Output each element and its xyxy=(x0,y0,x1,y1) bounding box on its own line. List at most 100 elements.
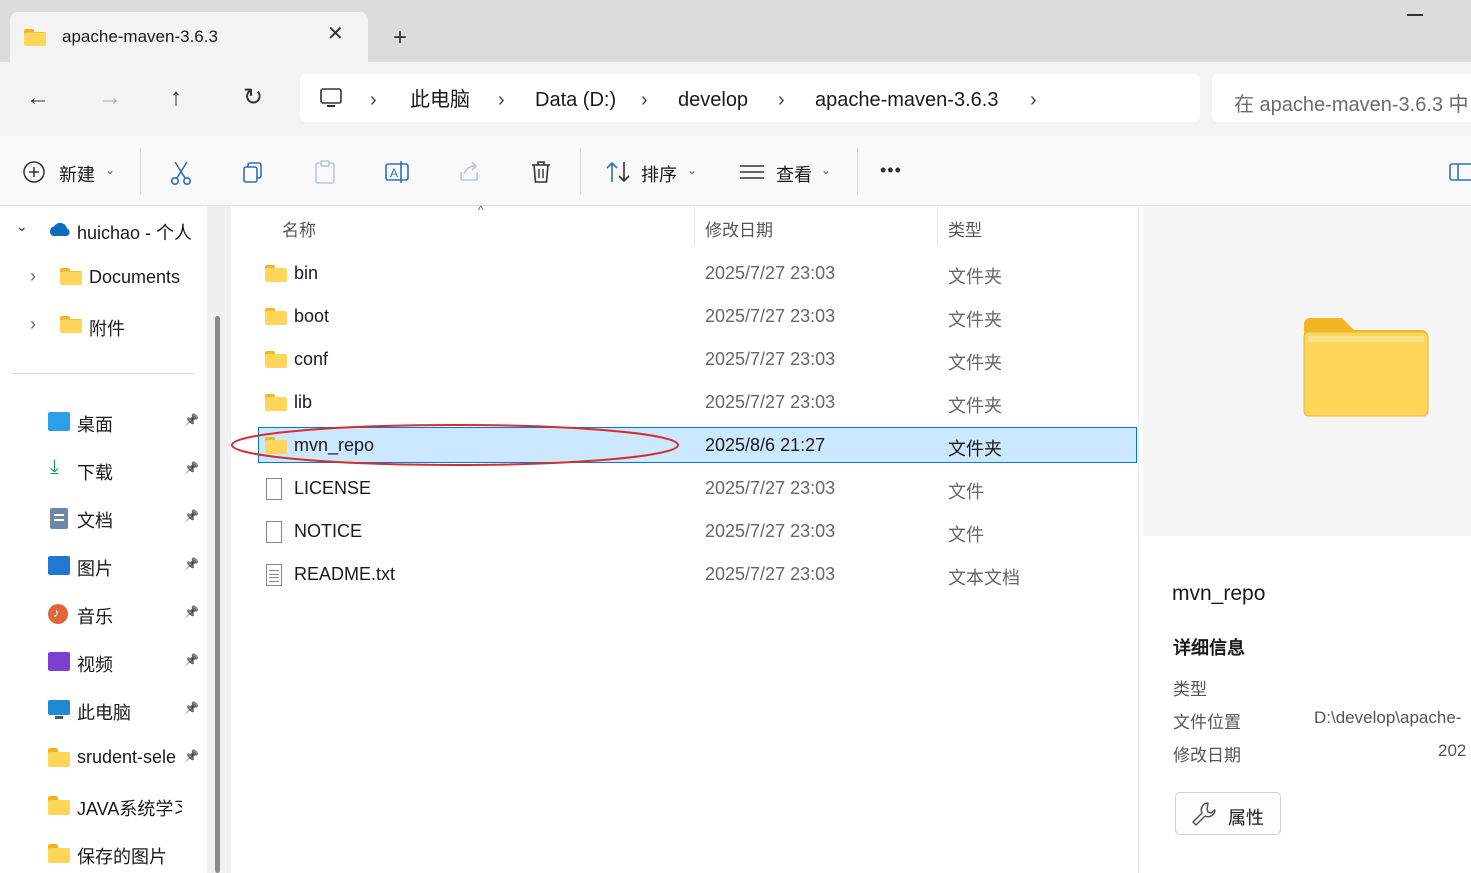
file-name: README.txt xyxy=(294,564,396,584)
breadcrumb-apache-maven[interactable]: apache-maven-3.6.3 xyxy=(815,88,998,112)
chevron-down-icon[interactable]: ⌄ xyxy=(16,218,28,235)
more-options-icon[interactable]: ••• xyxy=(880,160,902,181)
file-type: 文件 xyxy=(948,525,984,545)
file-date: 2025/7/27 23:03 xyxy=(705,392,836,412)
chevron-down-icon[interactable]: ⌄ xyxy=(687,163,697,177)
sidebar-item-quick-access[interactable]: 桌面 xyxy=(77,411,113,437)
folder-icon xyxy=(48,796,72,816)
computer-icon[interactable] xyxy=(319,87,343,109)
refresh-icon[interactable]: ↻ xyxy=(243,86,263,110)
pin-icon[interactable]: 📌 xyxy=(184,701,199,715)
text-file-icon xyxy=(265,564,283,586)
svg-text:A: A xyxy=(390,166,398,180)
sort-button[interactable]: 排序 xyxy=(641,161,677,187)
sidebar-item-quick-access[interactable]: JAVA系统学习 xyxy=(77,795,182,821)
new-button[interactable]: 新建 xyxy=(59,161,95,187)
pin-icon[interactable]: 📌 xyxy=(184,461,199,475)
folder-icon xyxy=(265,394,287,411)
new-icon[interactable] xyxy=(22,160,46,184)
tab-title: apache-maven-3.6.3 xyxy=(62,27,218,46)
details-pane-icon[interactable] xyxy=(1449,162,1471,182)
table-row[interactable] xyxy=(258,386,1137,420)
music-icon: ♪ xyxy=(48,604,72,624)
sidebar-item-quick-access[interactable]: 此电脑 xyxy=(77,699,131,725)
delete-icon[interactable] xyxy=(529,159,553,185)
pane-divider xyxy=(1138,206,1139,873)
share-icon[interactable] xyxy=(457,160,481,184)
pin-icon[interactable]: 📌 xyxy=(184,509,199,523)
column-divider[interactable] xyxy=(937,206,938,246)
breadcrumb-this-pc[interactable]: 此电脑 xyxy=(410,88,470,112)
copy-icon[interactable] xyxy=(241,160,265,184)
chevron-right-icon[interactable]: › xyxy=(641,88,648,112)
file-date: 2025/7/27 23:03 xyxy=(705,478,836,498)
pin-icon[interactable]: 📌 xyxy=(184,605,199,619)
view-icon[interactable] xyxy=(739,163,765,181)
chevron-right-icon[interactable]: › xyxy=(370,88,377,112)
back-arrow-icon[interactable]: ← xyxy=(26,86,50,110)
file-name: LICENSE xyxy=(294,478,372,498)
sidebar-item-quick-access[interactable]: 音乐 xyxy=(77,603,113,629)
chevron-right-icon[interactable]: › xyxy=(30,314,36,335)
sort-icon[interactable] xyxy=(605,160,631,184)
chevron-down-icon[interactable]: ⌄ xyxy=(821,163,831,177)
column-header-type[interactable]: 类型 xyxy=(948,216,982,241)
file-date: 2025/7/27 23:03 xyxy=(705,521,836,541)
column-header-date[interactable]: 修改日期 xyxy=(705,216,773,241)
chevron-right-icon[interactable]: › xyxy=(498,88,505,112)
rename-icon[interactable]: A xyxy=(384,159,410,185)
forward-arrow-icon[interactable]: → xyxy=(98,86,122,110)
sidebar-item-quick-access[interactable]: 保存的图片 xyxy=(77,843,167,869)
column-header-name[interactable]: 名称 xyxy=(282,216,316,241)
onedrive-cloud-icon xyxy=(49,222,70,236)
folder-icon xyxy=(60,316,82,333)
sidebar-scrollbar-thumb[interactable] xyxy=(215,316,220,873)
file-type: 文件夹 xyxy=(948,310,1002,330)
pin-icon[interactable]: 📌 xyxy=(184,749,199,763)
file-date: 2025/7/27 23:03 xyxy=(705,564,836,584)
sidebar-item-quick-access[interactable]: 文档 xyxy=(77,507,113,533)
pin-icon[interactable]: 📌 xyxy=(184,557,199,571)
sidebar-item-quick-access[interactable]: 下载 xyxy=(77,459,113,485)
search-placeholder: 在 apache-maven-3.6.3 中 xyxy=(1234,94,1469,116)
view-button[interactable]: 查看 xyxy=(776,161,812,187)
chevron-down-icon[interactable]: ⌄ xyxy=(105,163,115,177)
sidebar-item-quick-access[interactable]: srudent-sele xyxy=(77,747,176,768)
table-row[interactable] xyxy=(258,472,1137,506)
new-tab-button[interactable]: + xyxy=(393,26,407,50)
details-modified-label: 修改日期 xyxy=(1173,746,1241,765)
sidebar-item-quick-access[interactable]: 图片 xyxy=(77,555,113,581)
table-row[interactable] xyxy=(258,257,1137,291)
folder-icon xyxy=(24,29,46,46)
table-row[interactable] xyxy=(258,300,1137,334)
file-name: conf xyxy=(294,349,329,369)
file-name: NOTICE xyxy=(294,521,363,541)
table-row[interactable] xyxy=(258,343,1137,377)
download-icon: ⤓ xyxy=(50,456,59,478)
chevron-right-icon[interactable]: › xyxy=(30,266,36,287)
breadcrumb-develop[interactable]: develop xyxy=(678,88,748,112)
column-divider[interactable] xyxy=(694,206,695,246)
paste-icon[interactable] xyxy=(313,159,337,185)
sort-ascending-icon[interactable]: ^ xyxy=(478,203,484,217)
details-location-label: 文件位置 xyxy=(1173,713,1241,732)
pin-icon[interactable]: 📌 xyxy=(184,653,199,667)
sidebar-item-onedrive[interactable]: huichao - 个人 xyxy=(77,219,192,245)
chevron-right-icon[interactable]: › xyxy=(778,88,785,112)
cut-icon[interactable] xyxy=(169,160,193,186)
sidebar-item-documents[interactable]: Documents xyxy=(89,267,180,288)
table-row[interactable] xyxy=(258,515,1137,549)
close-icon[interactable]: ✕ xyxy=(327,24,344,44)
sidebar-item-attachments[interactable]: 附件 xyxy=(89,315,125,341)
up-arrow-icon[interactable]: ↑ xyxy=(170,86,182,110)
file-name: lib xyxy=(294,392,313,412)
sidebar-item-quick-access[interactable]: 视频 xyxy=(77,651,113,677)
chevron-right-icon[interactable]: › xyxy=(1030,88,1037,112)
file-name: bin xyxy=(294,263,319,283)
pin-icon[interactable]: 📌 xyxy=(184,413,199,427)
minimize-icon[interactable] xyxy=(1407,14,1423,16)
details-location-value: D:\develop\apache- xyxy=(1314,708,1462,727)
file-type: 文件夹 xyxy=(948,353,1002,373)
breadcrumb-data-d[interactable]: Data (D:) xyxy=(535,88,616,112)
file-icon xyxy=(265,478,283,500)
